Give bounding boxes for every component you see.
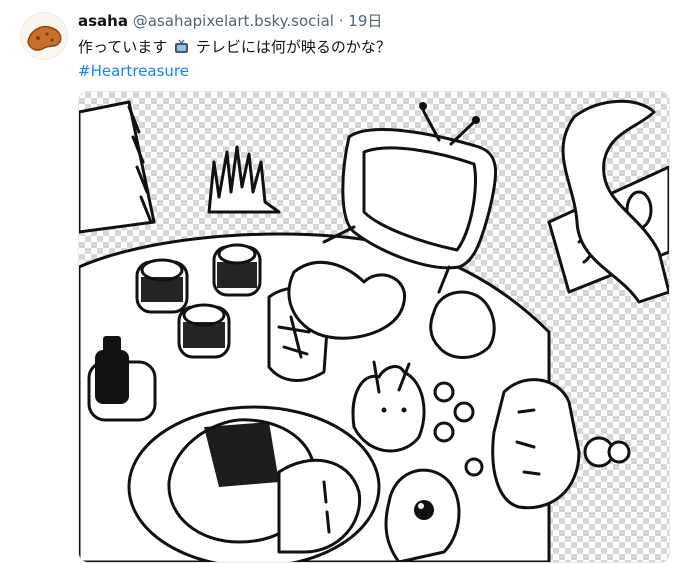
hashtag-link[interactable]: #Heartreasure	[78, 61, 189, 81]
onigiri-drawing	[127, 405, 381, 562]
post-text-before-emoji: 作っています	[78, 38, 168, 56]
avatar-image	[27, 26, 62, 51]
drawing-artwork	[79, 99, 669, 562]
post-text-after-emoji: テレビには何が映るのかな？	[195, 38, 391, 56]
wall-panel	[79, 100, 156, 234]
author-handle[interactable]: @asahapixelart.bsky.social	[133, 12, 334, 30]
small-bunny-drawing	[429, 290, 496, 359]
kettle-drawing	[491, 378, 631, 510]
post-text: 作っています テレビには何が映るのかな？	[78, 37, 391, 59]
post[interactable]: asaha @asahapixelart.bsky.social · 19日 作…	[0, 0, 680, 563]
post-time[interactable]: 19日	[348, 12, 382, 30]
author-name[interactable]: asaha	[78, 12, 128, 30]
post-header: asaha @asahapixelart.bsky.social · 19日	[78, 11, 382, 31]
avatar[interactable]	[20, 12, 68, 60]
separator-dot: ·	[338, 12, 344, 30]
tv-icon	[174, 39, 189, 59]
eye-creature-drawing	[384, 468, 461, 562]
grass-shape	[207, 145, 281, 214]
post-image[interactable]	[78, 91, 670, 563]
